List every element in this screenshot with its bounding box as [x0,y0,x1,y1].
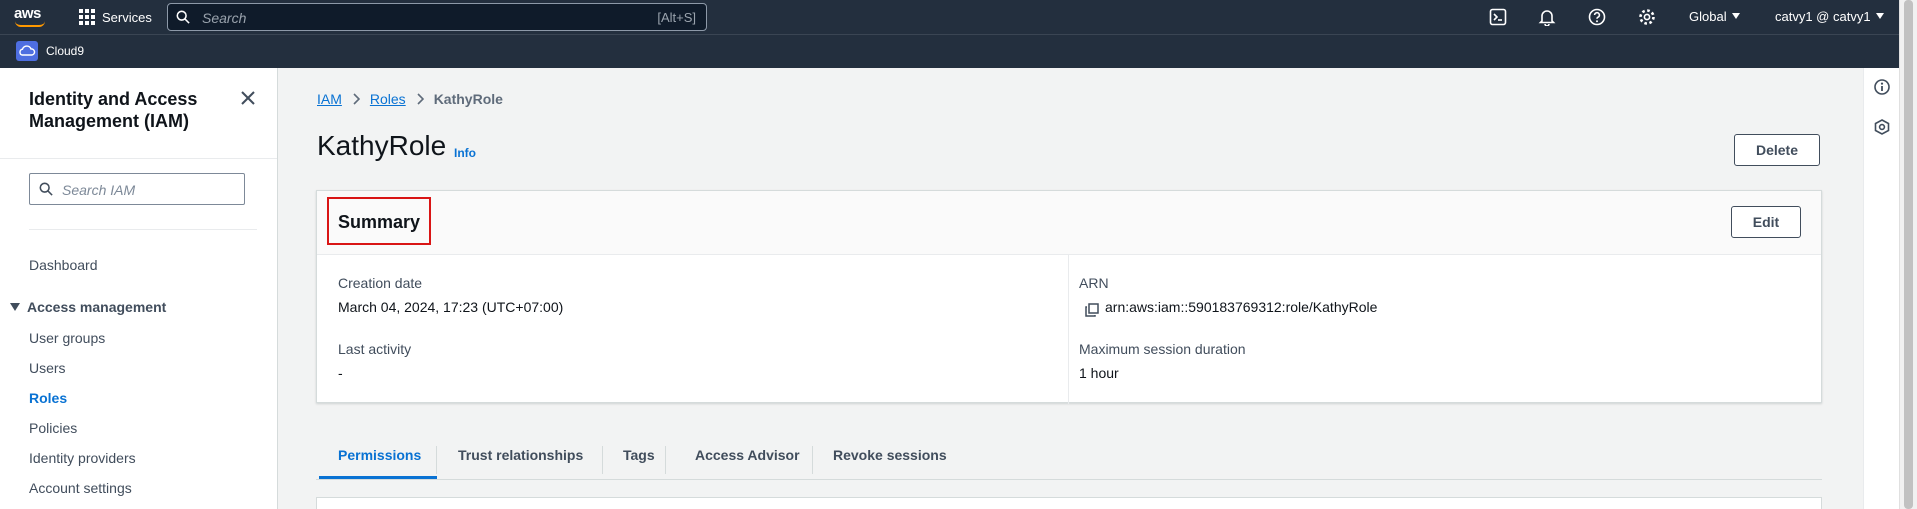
scrollbar-thumb[interactable] [1904,0,1913,509]
max-session-label: Maximum session duration [1079,341,1246,357]
last-activity-label: Last activity [338,341,412,357]
cloud9-shortcut[interactable]: Cloud9 [16,41,84,61]
sidebar-item-dashboard[interactable]: Dashboard [29,257,98,273]
arn-label: ARN [1079,275,1109,291]
help-panel-rail [1863,68,1899,509]
chevron-right-icon [417,93,424,105]
region-label: Global [1689,9,1727,24]
access-management-group[interactable]: Access management [10,299,166,315]
permissions-panel [316,497,1822,509]
tab-divider [436,446,437,474]
favorites-bar: Cloud9 [0,34,1917,68]
cloudshell-icon[interactable] [1489,8,1507,26]
side-navigation: Identity and Access Management (IAM) Sea… [0,68,278,509]
caret-down-icon [1731,13,1740,19]
tab-divider [602,446,603,474]
sidebar-item-users[interactable]: Users [29,360,66,376]
search-iam-input[interactable]: Search IAM [29,173,245,205]
settings-gear-icon[interactable] [1638,8,1656,26]
column-divider [1068,255,1069,404]
cloud9-label: Cloud9 [46,44,85,58]
caret-down-icon [1875,13,1884,19]
sidebar-item-identity-providers[interactable]: Identity providers [29,450,136,466]
info-link[interactable]: Info [454,146,476,160]
breadcrumb: IAM Roles KathyRole [317,91,503,107]
summary-card: Summary Edit Creation date March 04, 202… [316,190,1822,404]
breadcrumb-current: KathyRole [433,91,503,107]
cloud9-icon [16,41,38,61]
summary-header: Summary Edit [317,191,1821,255]
max-session-value: 1 hour [1079,365,1119,381]
edit-button[interactable]: Edit [1731,206,1801,238]
top-navigation: aws Services Search [Alt+S] Global catvy… [0,0,1917,34]
aws-logo-text: aws [14,5,41,22]
sidebar-item-user-groups[interactable]: User groups [29,330,105,346]
active-tab-indicator [319,476,437,479]
summary-title: Summary [338,212,421,232]
notifications-bell-icon[interactable] [1538,8,1556,26]
search-iam-placeholder: Search IAM [62,182,136,198]
services-menu-button[interactable]: Services [79,8,152,26]
close-icon[interactable] [240,90,256,106]
sidebar-item-policies[interactable]: Policies [29,420,77,436]
last-activity-value: - [338,365,343,381]
page-title: KathyRole [317,130,447,161]
breadcrumb-iam-link[interactable]: IAM [317,91,342,107]
role-tabs: Permissions Trust relationships Tags Acc… [316,430,1822,480]
arn-value: arn:aws:iam::590183769312:role/KathyRole [1105,299,1378,315]
tab-divider [812,446,813,474]
search-shortcut-hint: [Alt+S] [657,10,696,25]
group-label: Access management [27,299,167,315]
caret-down-icon [10,303,20,311]
sidebar-item-roles[interactable]: Roles [29,390,67,406]
tab-tags[interactable]: Tags [623,430,655,479]
chevron-right-icon [353,93,360,105]
search-icon [176,10,190,24]
tab-trust-relationships[interactable]: Trust relationships [458,430,583,479]
account-menu[interactable]: catvy1 @ catvy1 [1775,9,1884,24]
sidebar-item-account-settings[interactable]: Account settings [29,480,132,496]
divider [0,158,277,159]
grid-icon [79,9,95,25]
search-placeholder: Search [202,10,247,26]
window-scrollbar[interactable] [1899,0,1917,509]
divider [29,229,257,230]
tab-revoke-sessions[interactable]: Revoke sessions [833,430,947,479]
region-selector[interactable]: Global [1689,9,1740,24]
tab-access-advisor[interactable]: Access Advisor [695,430,800,479]
sidebar-title[interactable]: Identity and Access Management (IAM) [29,88,239,132]
info-icon[interactable] [1874,79,1890,95]
global-search-input[interactable]: Search [Alt+S] [167,3,707,31]
search-icon [39,182,53,196]
account-label: catvy1 @ catvy1 [1775,9,1871,24]
services-label: Services [102,9,152,25]
tab-permissions[interactable]: Permissions [338,430,421,479]
aws-logo[interactable]: aws [14,5,48,29]
aws-smile-icon [15,21,45,27]
cloudshell-hex-icon[interactable] [1874,119,1890,135]
creation-date-value: March 04, 2024, 17:23 (UTC+07:00) [338,299,564,315]
creation-date-label: Creation date [338,275,423,291]
tab-divider [665,446,666,474]
breadcrumb-roles-link[interactable]: Roles [370,91,406,107]
help-icon[interactable] [1588,8,1606,26]
delete-button[interactable]: Delete [1734,134,1820,166]
copy-icon[interactable] [1085,303,1099,317]
